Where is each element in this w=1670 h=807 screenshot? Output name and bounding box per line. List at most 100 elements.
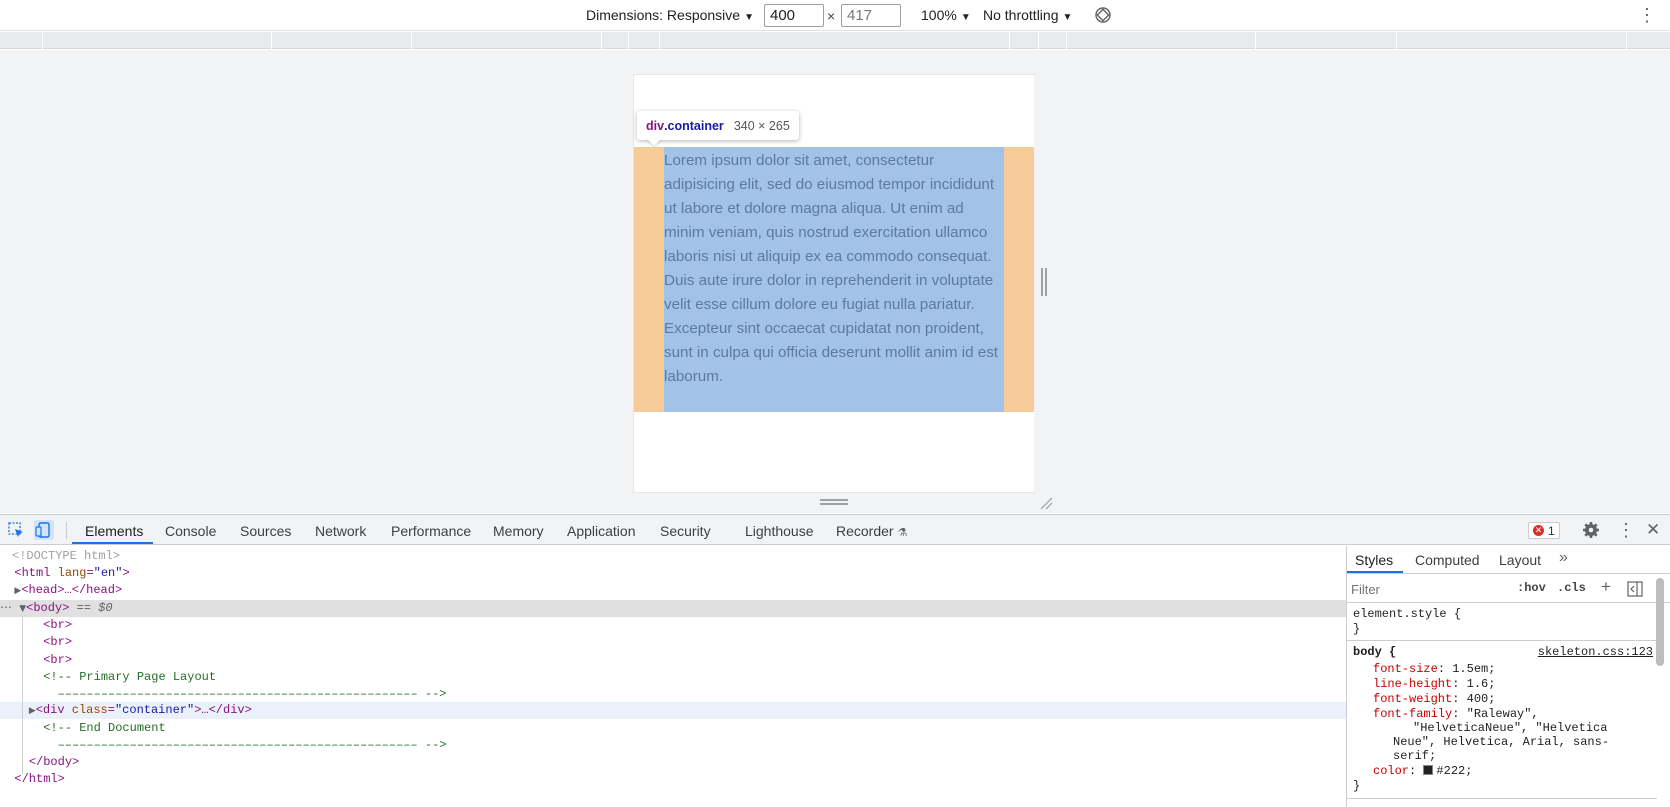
filter-input[interactable] [1351, 579, 1491, 599]
dom-line[interactable]: <!-- End Document [0, 720, 1346, 737]
prop-name: font-weight [1373, 692, 1453, 706]
inspect-element-icon[interactable] [6, 520, 26, 540]
prop-value: 400; [1466, 692, 1496, 706]
dom-line[interactable]: ▶<head>…</head> [0, 582, 1346, 599]
tab-console[interactable]: Console [165, 523, 216, 539]
css-declaration[interactable]: color: #222; [1373, 764, 1472, 778]
prop-value: 1.5em; [1452, 662, 1496, 676]
zoom-dropdown[interactable]: 100% ▼ [921, 7, 971, 23]
ruler-tick [1009, 32, 1010, 49]
html-comment: ––––––––––––––––––––––––––––––––––––––––… [57, 738, 447, 752]
device-toolbar: Dimensions: Responsive▼ × 100%▼ No throt… [0, 0, 1670, 31]
ruler-tick [1066, 32, 1067, 49]
body-selector[interactable]: body { [1353, 645, 1396, 659]
head-tag: <head>…</head> [21, 583, 123, 597]
expand-triangle-icon[interactable]: ▶ [29, 706, 36, 716]
toggle-sidebar-icon[interactable] [1627, 581, 1643, 597]
throttling-label: No throttling [983, 7, 1059, 23]
dimensions-label: Dimensions: Responsive [586, 7, 741, 23]
width-input[interactable] [764, 4, 824, 27]
dom-line[interactable]: <html lang="en"> [0, 565, 1346, 582]
br-tag: <br> [43, 635, 73, 649]
tab-sources[interactable]: Sources [240, 523, 291, 539]
ruler-tick [601, 32, 602, 49]
prop-value-cont: serif; [1393, 749, 1437, 763]
add-rule-icon[interactable]: + [1601, 577, 1611, 597]
tab-network[interactable]: Network [315, 523, 366, 539]
dom-line[interactable]: <br> [0, 652, 1346, 669]
tab-elements[interactable]: Elements [85, 523, 143, 539]
element-style-selector[interactable]: element.style { [1353, 607, 1461, 621]
tab-application[interactable]: Application [567, 523, 636, 539]
container-margin-highlight: Lorem ipsum dolor sit amet, consectetur … [634, 147, 1034, 412]
prop-value-cont: "HelveticaNeue", "Helvetica [1413, 721, 1608, 735]
dom-line[interactable]: </html> [0, 771, 1346, 788]
prop-value-cont: Neue", Helvetica, Arial, sans- [1393, 735, 1610, 749]
caret-down-icon: ▼ [744, 12, 754, 23]
device-canvas: Lorem ipsum dolor sit amet, consectetur … [0, 50, 1670, 513]
css-declaration[interactable]: font-size: 1.5em; [1373, 662, 1495, 676]
hov-toggle[interactable]: :hov [1517, 581, 1546, 595]
caret-down-icon: ▼ [1062, 12, 1073, 23]
tab-performance[interactable]: Performance [391, 523, 471, 539]
dimensions-dropdown[interactable]: Dimensions: Responsive ▼ [586, 7, 754, 23]
settings-gear-icon[interactable] [1581, 520, 1601, 540]
styles-scrollbar[interactable] [1656, 578, 1664, 666]
dom-line[interactable]: <!DOCTYPE html> [0, 548, 1346, 565]
html-comment: <!-- Primary Page Layout [43, 670, 217, 684]
tab-computed[interactable]: Computed [1415, 552, 1480, 568]
dom-line[interactable]: <br> [0, 634, 1346, 651]
dom-line[interactable]: ––––––––––––––––––––––––––––––––––––––––… [0, 686, 1346, 703]
dom-line[interactable]: <!-- Primary Page Layout [0, 669, 1346, 686]
zoom-label: 100% [921, 7, 957, 23]
css-declaration[interactable]: font-family: "Raleway", [1373, 707, 1539, 721]
resize-handle-bottom[interactable] [820, 499, 848, 505]
device-toggle-icon[interactable] [34, 520, 54, 540]
css-declaration[interactable]: font-weight: 400; [1373, 692, 1495, 706]
tab-layout[interactable]: Layout [1499, 552, 1541, 568]
more-tabs-icon[interactable]: » [1559, 549, 1568, 567]
dom-line[interactable]: ––––––––––––––––––––––––––––––––––––––––… [0, 737, 1346, 754]
css-declaration[interactable]: line-height: 1.6; [1373, 677, 1495, 691]
prop-name: color [1373, 764, 1410, 778]
dom-line[interactable]: <br> [0, 617, 1346, 634]
active-tab-indicator [1347, 571, 1403, 573]
inspect-tooltip: div .container 340 × 265 [637, 111, 799, 140]
height-input[interactable] [841, 4, 901, 27]
prop-name: line-height [1373, 677, 1453, 691]
html-open-tag: <html [14, 566, 51, 580]
ruler-tick [1038, 32, 1039, 49]
devtools-menu-icon[interactable]: ⋮ [1617, 520, 1635, 541]
ruler-tick [628, 32, 629, 49]
dom-line-hover[interactable]: ▶<div class="container">…</div> [0, 702, 1346, 719]
close-brace: } [1353, 779, 1361, 793]
tab-styles[interactable]: Styles [1355, 552, 1393, 568]
tooltip-tag: div [646, 118, 665, 133]
tab-lighthouse[interactable]: Lighthouse [745, 523, 814, 539]
times-sign: × [827, 8, 836, 24]
tab-memory[interactable]: Memory [493, 523, 544, 539]
br-tag: <br> [43, 618, 73, 632]
resize-handle-right[interactable] [1041, 268, 1047, 296]
active-tab-indicator [72, 542, 153, 544]
resize-corner-icon[interactable] [1039, 496, 1053, 510]
cls-toggle[interactable]: .cls [1557, 581, 1586, 595]
dom-line[interactable]: </body> [0, 754, 1346, 771]
dom-line-selected[interactable]: ⋯ ▼<body> == $0 [0, 600, 1346, 617]
html-close-tag: </html> [14, 772, 65, 786]
prop-name: font-size [1373, 662, 1438, 676]
tab-recorder[interactable]: Recorder ⚗ [836, 523, 907, 539]
error-counter[interactable]: ✕ 1 [1528, 522, 1560, 539]
throttling-dropdown[interactable]: No throttling ▼ [983, 7, 1072, 23]
tab-security[interactable]: Security [660, 523, 711, 539]
color-swatch[interactable] [1423, 765, 1434, 775]
ellipsis-icon[interactable]: ⋯ [0, 601, 12, 615]
stylesheet-link[interactable]: skeleton.css:123 [1538, 645, 1653, 659]
elements-dom-tree: <!DOCTYPE html> <html lang="en"> ▶<head>… [0, 546, 1346, 807]
attr-name: class [71, 703, 108, 717]
rotate-icon[interactable] [1094, 6, 1112, 24]
more-options-icon[interactable]: ⋮ [1638, 5, 1656, 26]
media-query-ruler[interactable] [0, 32, 1670, 49]
close-devtools-icon[interactable]: ✕ [1646, 520, 1660, 540]
styles-filter-bar: :hov .cls + [1347, 575, 1670, 603]
